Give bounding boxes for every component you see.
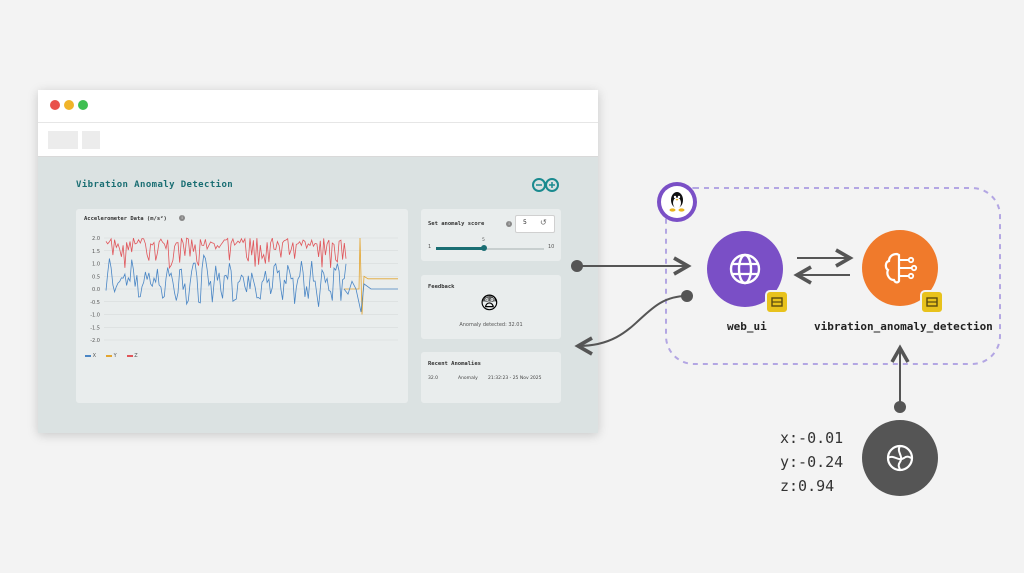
- sensor-icon: [886, 444, 914, 472]
- web-ui-label: web_ui: [727, 320, 767, 333]
- container-badge-icon: [765, 290, 789, 314]
- vibration-anomaly-detection-label: vibration_anomaly_detection: [814, 320, 993, 333]
- reading-x: x:-0.01: [780, 429, 844, 447]
- arrow-to-browser: [574, 295, 688, 356]
- container-badge-icon: [920, 290, 944, 314]
- globe-icon: [729, 253, 761, 285]
- accelerometer-sensor-node[interactable]: [862, 420, 938, 496]
- brain-circuit-icon: [884, 252, 918, 284]
- reading-z: z:0.94: [780, 477, 835, 495]
- linux-tux-icon: [657, 182, 697, 222]
- sensor-readings: x:-0.01 y:-0.24 z:0.94: [780, 426, 843, 498]
- reading-y: y:-0.24: [780, 453, 844, 471]
